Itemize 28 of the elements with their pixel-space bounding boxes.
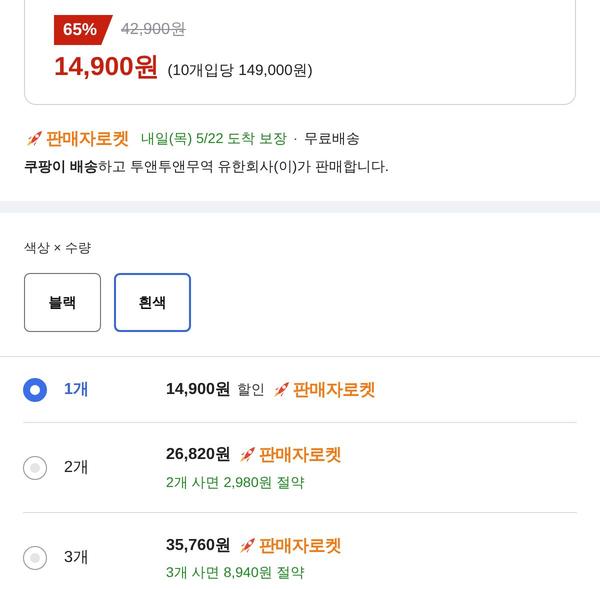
option-price: 35,760원 bbox=[166, 536, 231, 556]
option-price: 26,820원 bbox=[166, 445, 231, 465]
rocket-icon bbox=[24, 128, 44, 149]
seller-rocket-label: 판매자로켓 bbox=[258, 534, 342, 557]
quantity-label: 2개 bbox=[64, 458, 90, 478]
sale-price: 14,900원 bbox=[54, 50, 160, 83]
discount-badge: 65% bbox=[54, 15, 114, 45]
original-price: 42,900원 bbox=[121, 20, 186, 40]
separator-dot: · bbox=[293, 129, 298, 148]
option-price: 14,900원 bbox=[166, 380, 231, 400]
color-option[interactable]: 흰색 bbox=[114, 273, 191, 332]
radio-button[interactable] bbox=[23, 378, 47, 402]
option-label: 색상 × 수량 bbox=[23, 238, 92, 256]
unit-price: (10개입당 149,000원) bbox=[168, 61, 313, 81]
seller-rocket-label: 판매자로켓 bbox=[258, 444, 342, 466]
shipping-info: 무료배송 bbox=[304, 129, 360, 148]
radio-button[interactable] bbox=[23, 456, 47, 480]
savings-text: 2개 사면 2,980원 절약 bbox=[166, 472, 306, 492]
quantity-label: 3개 bbox=[64, 548, 90, 568]
discount-label: 할인 bbox=[236, 380, 265, 399]
quantity-label: 1개 bbox=[64, 380, 90, 400]
arrival-date: 내일(목) 5/22 도착 보장 bbox=[140, 129, 288, 148]
seller-note: 쿠팡이 배송하고 투앤투앤무역 유한회사(이)가 판매합니다. bbox=[23, 156, 390, 176]
color-option[interactable]: 블랙 bbox=[24, 273, 101, 332]
seller-rocket-label: 판매자로켓 bbox=[46, 128, 129, 150]
seller-rocket-label: 판매자로켓 bbox=[292, 378, 376, 401]
radio-button[interactable] bbox=[23, 546, 47, 570]
savings-text: 3개 사면 8,940원 절약 bbox=[166, 563, 306, 582]
